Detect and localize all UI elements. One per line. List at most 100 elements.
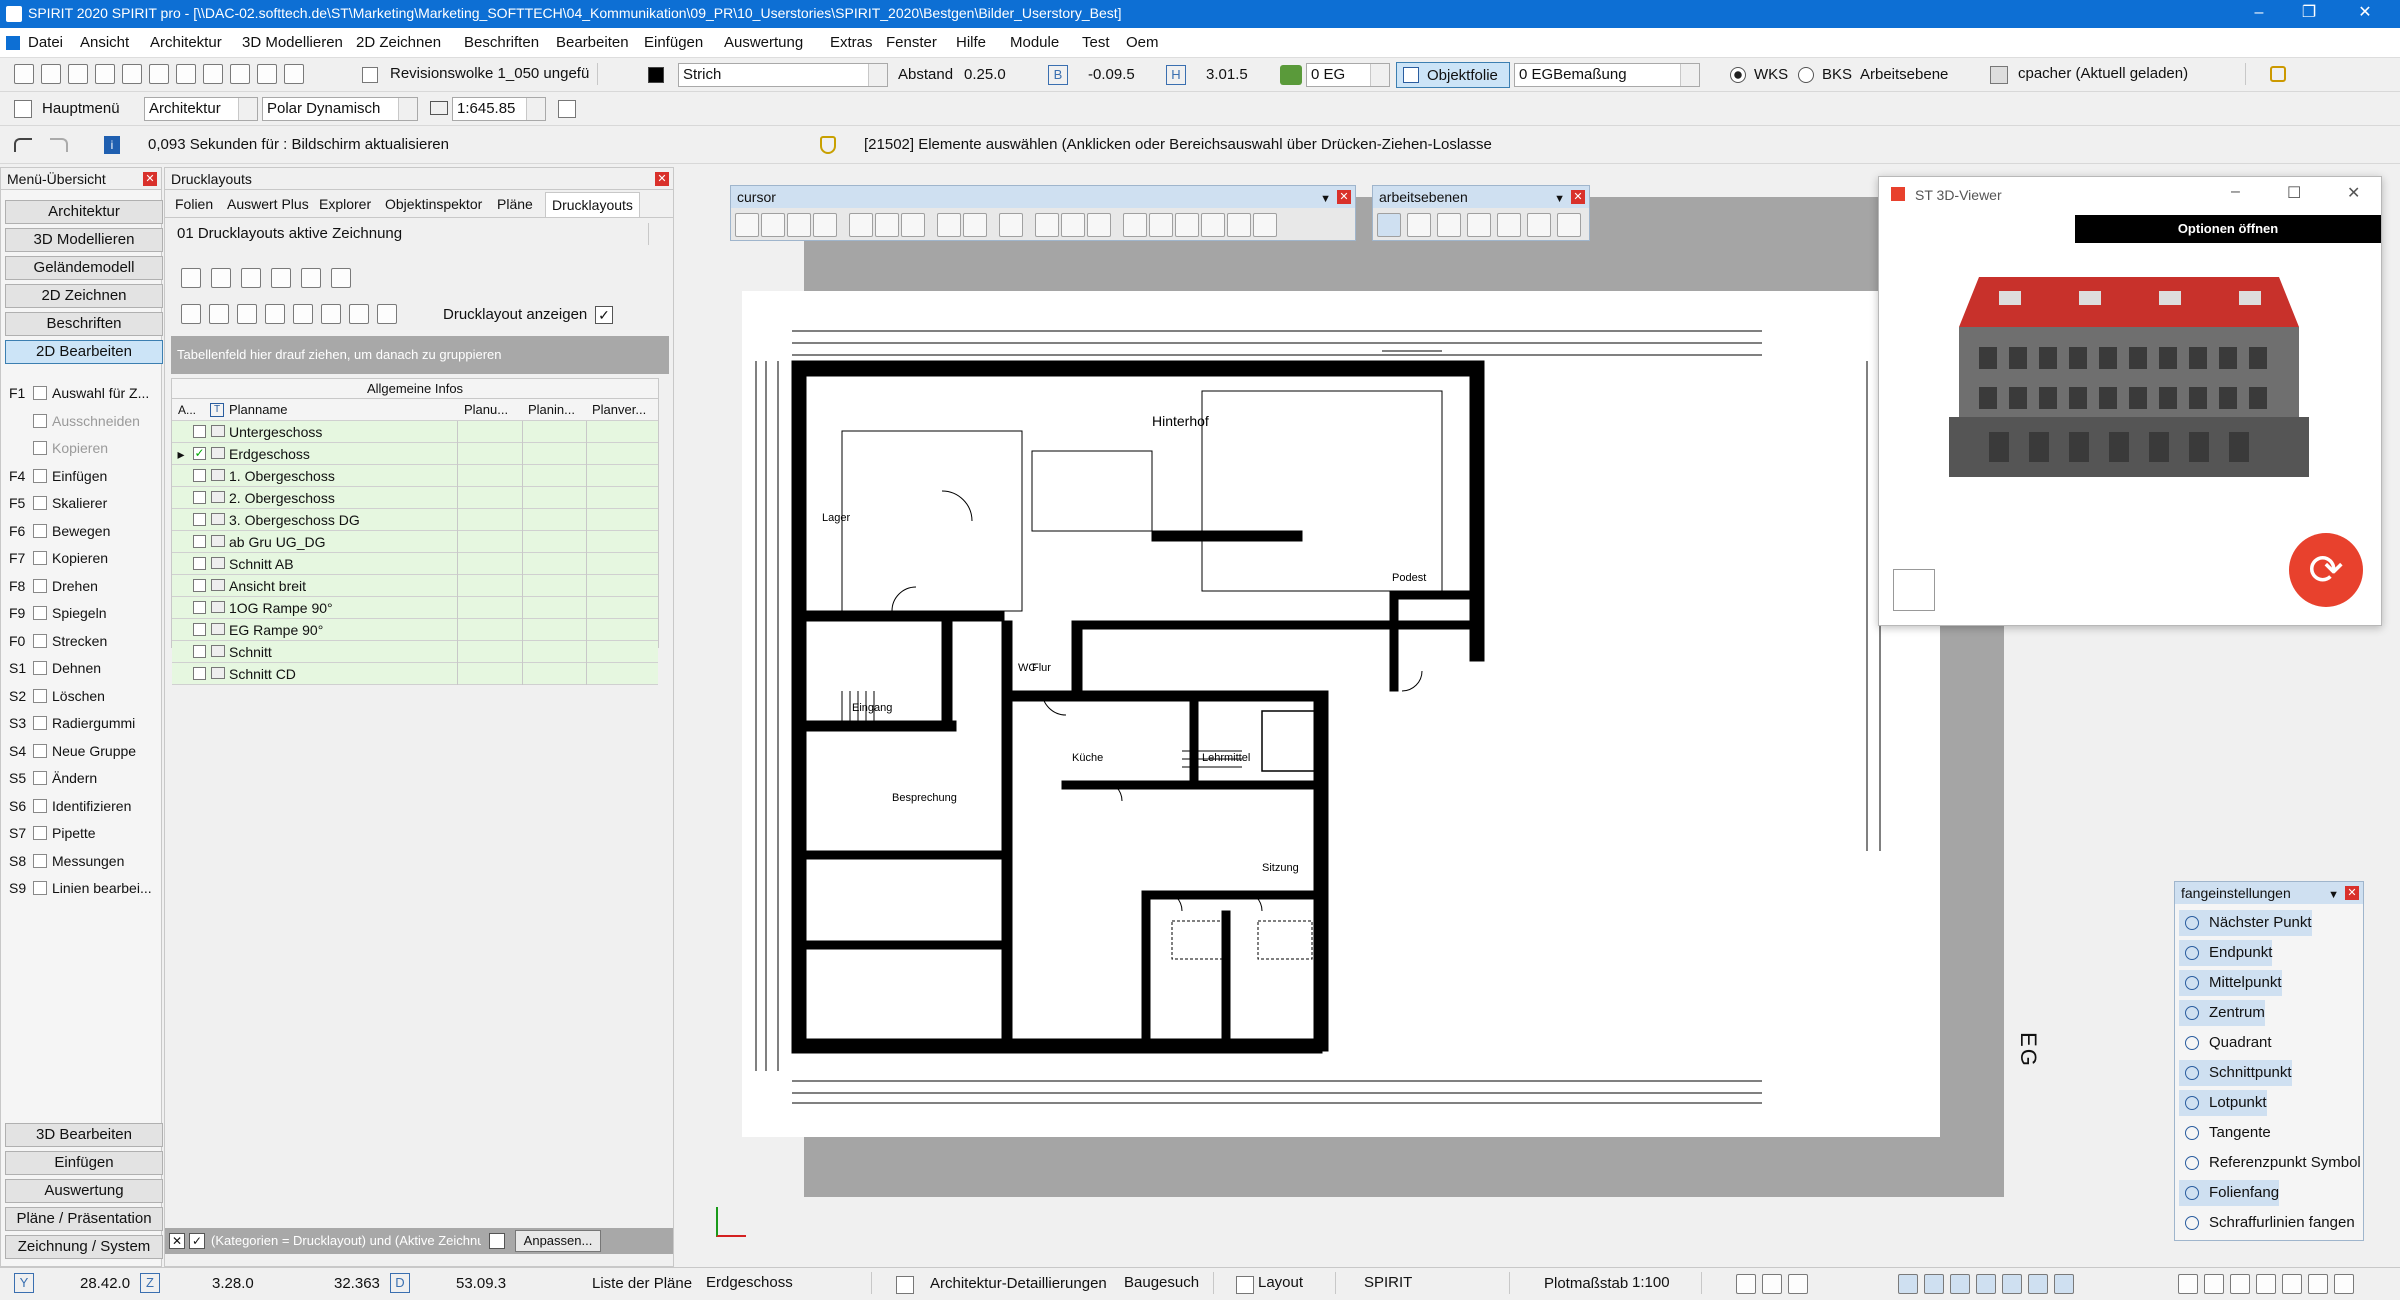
table-row[interactable]: ▸ ✓ Erdgeschoss <box>172 443 658 465</box>
filter-checkbox[interactable]: ✓ <box>189 1233 205 1249</box>
col-planver[interactable]: Planver... <box>592 402 646 417</box>
function-item[interactable]: F9 Spiegeln <box>9 605 107 621</box>
function-item[interactable]: F6 Bewegen <box>9 523 110 539</box>
menu-architektur[interactable]: Architektur <box>150 34 222 51</box>
osnap-icon[interactable] <box>2256 1274 2276 1294</box>
undo-icon[interactable] <box>14 138 32 152</box>
color-swatch[interactable] <box>648 67 664 83</box>
arbeitsebenen-close-icon[interactable]: ✕ <box>1571 190 1585 204</box>
eyedropper-icon[interactable] <box>937 213 961 237</box>
snap-mode-4-icon[interactable] <box>1976 1274 1996 1294</box>
layout-left-icon[interactable] <box>241 268 261 288</box>
snap-settings-header[interactable]: fangeinstellungen ▼ ✕ <box>2175 882 2363 904</box>
col-a[interactable]: A... <box>172 399 202 421</box>
home-icon[interactable] <box>14 100 32 118</box>
print-icon[interactable] <box>122 64 142 84</box>
offset-value[interactable]: -0.09.5 <box>1088 66 1135 83</box>
layout-right-icon[interactable] <box>271 268 291 288</box>
row-checkbox[interactable] <box>190 509 209 531</box>
viewer-small-window-icon[interactable] <box>1893 569 1935 611</box>
chevron-down-icon[interactable]: ▼ <box>1554 188 1565 210</box>
col-planname[interactable]: Planname <box>229 399 449 421</box>
grid-snap-icon[interactable] <box>1149 213 1173 237</box>
plotscale-dropdown[interactable]: 1:100 <box>1628 1272 1720 1296</box>
pen-icon[interactable] <box>875 213 899 237</box>
snap-option[interactable]: Quadrant <box>2179 1030 2359 1056</box>
spirit-dropdown[interactable]: SPIRIT <box>1360 1272 1528 1296</box>
table-row[interactable]: Schnitt AB <box>172 553 658 575</box>
cursor-toolbar-close-icon[interactable]: ✕ <box>1337 190 1351 204</box>
bks-radio[interactable] <box>1798 67 1814 83</box>
table-row[interactable]: 1OG Rampe 90° <box>172 597 658 619</box>
tab-auswert-plus[interactable]: Auswert Plus <box>227 196 309 212</box>
overview-2d-bearbeiten-button[interactable]: 2D Bearbeiten <box>5 340 163 364</box>
table-row[interactable]: Schnitt <box>172 641 658 663</box>
plane-front-icon[interactable] <box>1407 213 1431 237</box>
new-file-icon[interactable] <box>14 64 34 84</box>
pencil-icon[interactable] <box>849 213 873 237</box>
function-item[interactable]: S8 Messungen <box>9 853 124 869</box>
menu-module[interactable]: Module <box>1010 34 1059 51</box>
color-wheel-icon[interactable] <box>813 213 837 237</box>
tab-plaene[interactable]: Pläne <box>497 196 533 212</box>
table-row[interactable]: Ansicht breit <box>172 575 658 597</box>
snap-mode-3-icon[interactable] <box>1950 1274 1970 1294</box>
save-as-icon[interactable] <box>95 64 115 84</box>
panel-close-icon[interactable]: ✕ <box>143 172 157 186</box>
layout-edit-icon[interactable] <box>209 304 229 324</box>
table-row[interactable]: 3. Obergeschoss DG <box>172 509 658 531</box>
function-item[interactable]: F1 Auswahl für Z... <box>9 385 149 401</box>
menu-3d-modellieren[interactable]: 3D Modellieren <box>242 34 343 51</box>
overview-einfuegen-button[interactable]: Einfügen <box>5 1151 163 1175</box>
layout-screen-icon[interactable] <box>377 304 397 324</box>
grid-settings-icon[interactable] <box>558 100 576 118</box>
brush-icon[interactable] <box>901 213 925 237</box>
menu-beschriften[interactable]: Beschriften <box>464 34 539 51</box>
snap-close-icon[interactable]: ✕ <box>2345 886 2359 900</box>
snap-option[interactable]: Lotpunkt <box>2179 1090 2267 1116</box>
layout-folder-icon[interactable] <box>349 304 369 324</box>
open-folder-icon[interactable] <box>41 64 61 84</box>
tab-drucklayouts[interactable]: Drucklayouts <box>545 192 640 217</box>
snap-mode-5-icon[interactable] <box>2002 1274 2022 1294</box>
row-checkbox[interactable] <box>190 465 209 487</box>
row-checkbox[interactable] <box>190 553 209 575</box>
wks-radio[interactable] <box>1730 67 1746 83</box>
col-planu[interactable]: Planu... <box>464 402 508 417</box>
menu-hilfe[interactable]: Hilfe <box>956 34 986 51</box>
table-row[interactable]: Untergeschoss <box>172 421 658 443</box>
layout-duplicate-icon[interactable] <box>321 304 341 324</box>
layer-dropdown[interactable]: 0 EGBemaßung <box>1514 63 1700 87</box>
row-checkbox[interactable] <box>190 531 209 553</box>
coord-d[interactable]: 32.363 <box>334 1275 380 1292</box>
redraw-icon[interactable] <box>257 64 277 84</box>
polar-icon[interactable] <box>2204 1274 2224 1294</box>
zoom-extents-icon[interactable] <box>1227 213 1251 237</box>
row-checkbox[interactable] <box>190 619 209 641</box>
tracking-icon[interactable] <box>2282 1274 2302 1294</box>
overview-zeichnung-button[interactable]: Zeichnung / System <box>5 1235 163 1259</box>
viewer-refresh-button[interactable]: ⟳ <box>2289 533 2363 607</box>
function-item[interactable]: F7 Kopieren <box>9 550 108 566</box>
layout-print-icon[interactable] <box>331 268 351 288</box>
row-checkbox[interactable] <box>190 641 209 663</box>
layout-add-icon[interactable] <box>181 304 201 324</box>
layout-refresh-icon[interactable] <box>265 304 285 324</box>
layout-delete-icon[interactable] <box>237 304 257 324</box>
polar-dropdown[interactable]: Polar Dynamisch <box>262 97 418 121</box>
dynamic-icon[interactable] <box>2308 1274 2328 1294</box>
table-row[interactable]: 1. Obergeschoss <box>172 465 658 487</box>
chevron-down-icon[interactable]: ▼ <box>2328 884 2339 906</box>
coord-z[interactable]: 3.28.0 <box>212 1275 254 1292</box>
crosshair-icon[interactable] <box>1123 213 1147 237</box>
col-type-icon[interactable]: T <box>210 403 224 417</box>
function-item[interactable]: F4 Einfügen <box>9 468 107 484</box>
zoom-fit-icon[interactable] <box>1253 213 1277 237</box>
snap-option[interactable]: Schraffurlinien fangen <box>2179 1210 2359 1236</box>
layout-export-icon[interactable] <box>301 268 321 288</box>
menu-test[interactable]: Test <box>1082 34 1110 51</box>
function-item[interactable]: S1 Dehnen <box>9 660 101 676</box>
clipboard-icon[interactable] <box>149 64 169 84</box>
row-checkbox[interactable] <box>190 575 209 597</box>
plane-list-icon[interactable] <box>1557 213 1581 237</box>
